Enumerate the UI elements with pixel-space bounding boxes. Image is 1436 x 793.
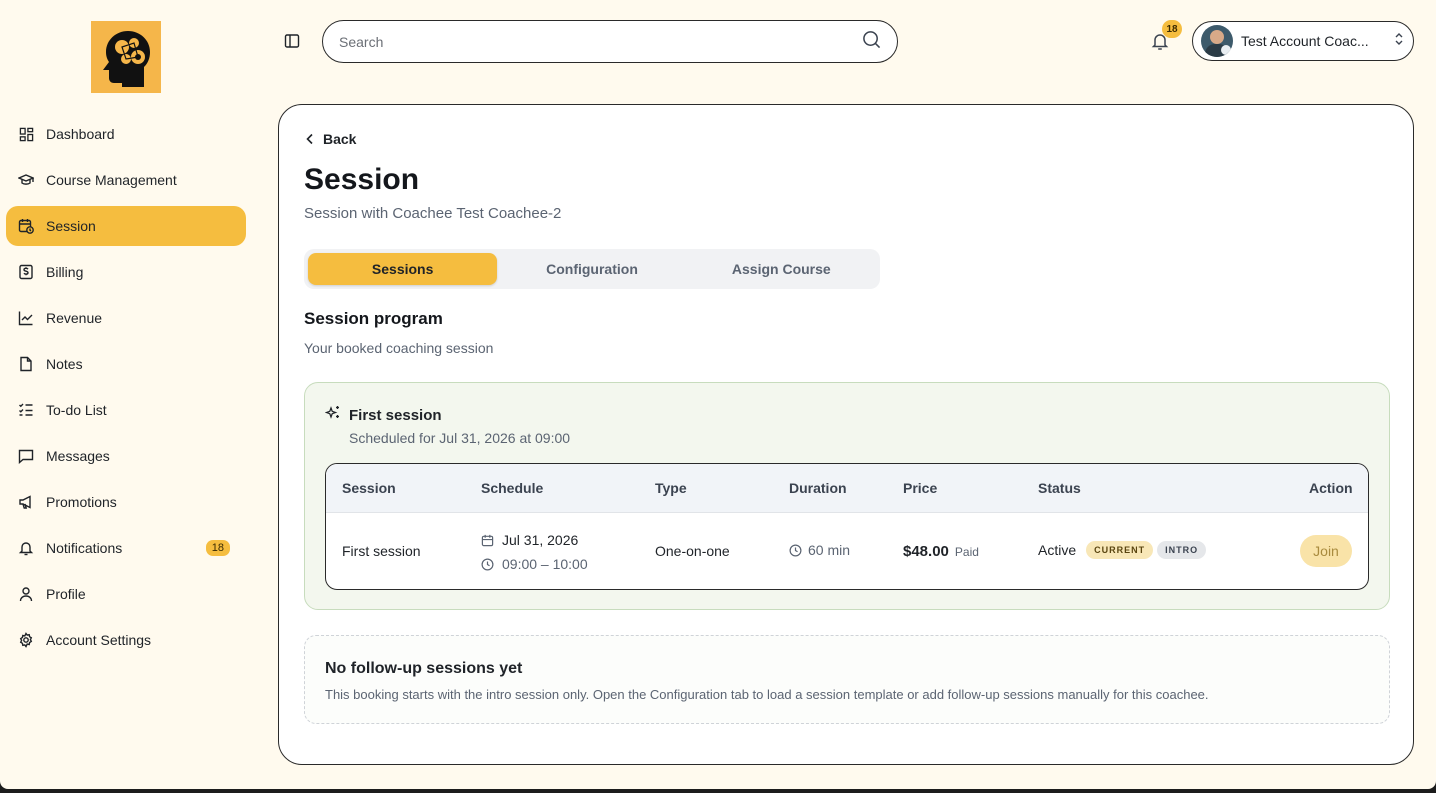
session-status: Active CURRENT INTRO <box>1038 541 1207 559</box>
search-bar <box>322 20 898 63</box>
sidebar-item-revenue[interactable]: Revenue <box>6 298 246 338</box>
dollar-receipt-icon <box>18 264 34 280</box>
app-window: Dashboard Course Management Session Bill… <box>0 0 1436 789</box>
sidebar-item-label: Notifications <box>46 540 123 556</box>
session-duration: 60 min <box>789 542 850 558</box>
sidebar-item-billing[interactable]: Billing <box>6 252 246 292</box>
page-title: Session <box>304 163 420 196</box>
notifications-count-badge: 18 <box>205 540 230 556</box>
search-input[interactable] <box>339 33 862 50</box>
payment-status: Paid <box>954 545 979 559</box>
duration-value: 60 min <box>808 542 851 558</box>
avatar <box>1201 25 1233 57</box>
session-table: Session Schedule Type Duration Price Sta… <box>325 463 1369 590</box>
tab-assign-course[interactable]: Assign Course <box>687 253 876 285</box>
session-card-schedule: Scheduled for Jul 31, 2026 at 09:00 <box>349 430 571 446</box>
tab-configuration[interactable]: Configuration <box>497 253 686 285</box>
graduation-cap-icon <box>18 172 34 188</box>
sidebar-item-label: Profile <box>46 586 86 602</box>
tab-bar: Sessions Configuration Assign Course <box>304 249 880 289</box>
sidebar-item-account-settings[interactable]: Account Settings <box>6 620 246 660</box>
followup-title: No follow-up sessions yet <box>325 660 523 677</box>
sidebar-item-label: Account Settings <box>46 632 152 648</box>
message-square-icon <box>18 448 34 464</box>
sidebar-item-messages[interactable]: Messages <box>6 436 246 476</box>
session-card: First session Scheduled for Jul 31, 2026… <box>304 382 1390 610</box>
window-bottom-edge <box>0 789 1436 793</box>
column-header-session: Session <box>342 480 396 496</box>
session-schedule: Jul 31, 2026 09:00 – 10:00 <box>481 530 588 578</box>
chevron-left-icon <box>306 133 313 145</box>
sidebar-item-label: Promotions <box>46 494 117 510</box>
join-button[interactable]: Join <box>1300 535 1352 567</box>
session-action: Join <box>1300 535 1352 567</box>
sidebar-item-label: Dashboard <box>46 126 115 142</box>
sidebar-item-dashboard[interactable]: Dashboard <box>6 114 246 154</box>
brain-head-icon <box>103 31 150 87</box>
main-content-card: Back Session Session with Coachee Test C… <box>278 104 1414 765</box>
session-date: Jul 31, 2026 <box>502 532 579 548</box>
dashboard-icon <box>18 126 34 142</box>
clock-icon <box>789 544 802 556</box>
sidebar-item-notifications[interactable]: Notifications 18 <box>6 528 246 568</box>
account-name: Test Account Coac... <box>1241 33 1369 49</box>
chevron-up-down-icon <box>1393 31 1405 52</box>
session-price: $48.00 Paid <box>903 543 979 560</box>
column-header-price: Price <box>903 480 938 496</box>
sidebar-item-promotions[interactable]: Promotions <box>6 482 246 522</box>
clock-icon <box>481 558 494 570</box>
status-badge-current: CURRENT <box>1086 541 1154 559</box>
notification-count-badge: 18 <box>1162 20 1182 38</box>
price-amount: $48.00 <box>903 543 949 560</box>
sidebar-item-label: Revenue <box>46 310 103 326</box>
section-subtitle: Your booked coaching session <box>304 340 494 356</box>
tab-sessions[interactable]: Sessions <box>308 253 498 285</box>
sidebar-item-label: Billing <box>46 264 84 280</box>
column-header-status: Status <box>1038 480 1081 496</box>
session-card-title: First session <box>349 407 442 424</box>
megaphone-icon <box>18 494 34 510</box>
section-title: Session program <box>304 309 443 328</box>
page-subtitle: Session with Coachee Test Coachee-2 <box>304 205 562 222</box>
user-icon <box>18 586 34 602</box>
sidebar-item-todo-list[interactable]: To-do List <box>6 390 246 430</box>
sidebar-item-session[interactable]: Session <box>6 206 246 246</box>
sidebar-nav: Dashboard Course Management Session Bill… <box>6 114 246 666</box>
sparkles-icon <box>324 405 341 421</box>
table-row: First session Jul 31, 2026 09:00 – 10:00… <box>326 513 1368 589</box>
gear-icon <box>18 632 34 648</box>
sidebar-item-label: Course Management <box>46 172 177 188</box>
session-type: One-on-one <box>655 543 730 559</box>
status-badge-intro: INTRO <box>1157 541 1207 559</box>
table-header: Session Schedule Type Duration Price Sta… <box>326 464 1368 513</box>
file-icon <box>18 356 34 372</box>
sidebar-item-label: To-do List <box>46 402 107 418</box>
sidebar-item-course-management[interactable]: Course Management <box>6 160 246 200</box>
followup-empty-state: No follow-up sessions yet This booking s… <box>304 635 1390 724</box>
sidebar-item-label: Notes <box>46 356 83 372</box>
calendar-icon <box>481 534 494 546</box>
sidebar-toggle-icon[interactable] <box>284 33 300 49</box>
search-icon[interactable] <box>862 30 881 54</box>
session-time: 09:00 – 10:00 <box>502 556 588 572</box>
followup-text: This booking starts with the intro sessi… <box>325 687 1209 702</box>
column-header-duration: Duration <box>789 480 847 496</box>
list-checks-icon <box>18 402 34 418</box>
bell-icon <box>18 540 34 556</box>
session-name: First session <box>342 543 421 559</box>
column-header-schedule: Schedule <box>481 480 544 496</box>
calendar-clock-icon <box>18 218 34 234</box>
brand-logo[interactable] <box>91 21 161 93</box>
sidebar-item-label: Messages <box>46 448 110 464</box>
column-header-type: Type <box>655 480 687 496</box>
account-switcher[interactable]: Test Account Coac... <box>1192 21 1414 61</box>
sidebar-item-profile[interactable]: Profile <box>6 574 246 614</box>
status-text: Active <box>1038 542 1077 558</box>
back-button[interactable]: Back <box>305 131 356 147</box>
sidebar-item-label: Session <box>46 218 96 234</box>
back-label: Back <box>323 131 357 147</box>
sidebar-item-notes[interactable]: Notes <box>6 344 246 384</box>
column-header-action: Action <box>1309 480 1353 496</box>
chart-line-icon <box>18 310 34 326</box>
